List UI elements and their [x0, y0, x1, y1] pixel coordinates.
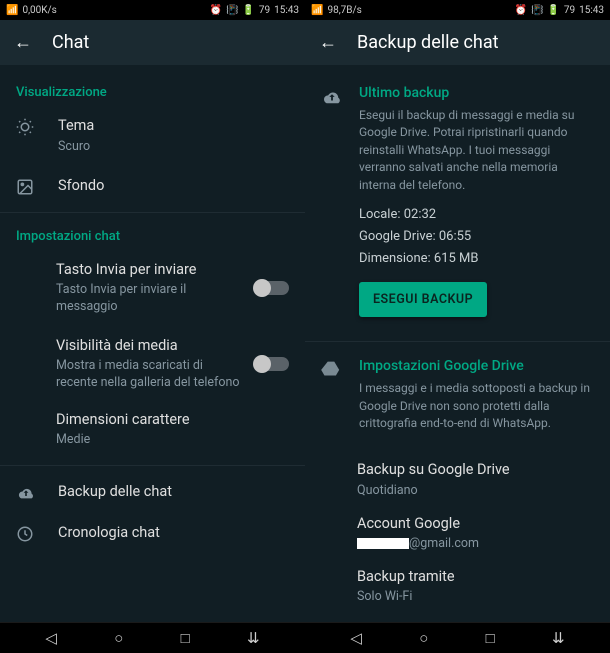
backup-chat-label: Backup delle chat	[58, 482, 289, 502]
nav-home-icon[interactable]: ○	[407, 623, 440, 653]
section-chat-settings: Impostazioni chat	[0, 219, 305, 250]
page-title: Chat	[52, 32, 89, 53]
last-backup-title: Ultimo backup	[359, 85, 594, 101]
font-size-item[interactable]: Dimensioni carattere Medie	[0, 402, 305, 459]
battery-pct: 79	[564, 5, 575, 16]
nav-drawer-icon[interactable]: ⇊	[540, 623, 577, 653]
network-speed: 0,00K/s	[22, 5, 56, 16]
backup-frequency-item[interactable]: Backup su Google Drive Quotidiano	[305, 452, 610, 505]
wallpaper-icon	[16, 178, 38, 196]
history-icon	[16, 525, 38, 543]
enter-send-sub: Tasto Invia per inviare il messaggio	[56, 282, 243, 316]
battery-icon: 🔋	[242, 5, 254, 16]
gdrive-settings-block: Impostazioni Google Drive I messaggi e i…	[305, 348, 610, 452]
back-button[interactable]: ←	[14, 32, 32, 53]
font-size-value: Medie	[56, 432, 289, 449]
enter-send-label: Tasto Invia per inviare	[56, 260, 243, 280]
gdrive-icon	[321, 360, 343, 378]
android-navbar: ◁ ○ □ ⇊ ◁ ○ □ ⇊	[0, 622, 610, 653]
media-visibility-toggle[interactable]	[255, 357, 289, 371]
battery-pct: 79	[259, 5, 270, 16]
backup-frequency-label: Backup su Google Drive	[357, 460, 594, 480]
alarm-icon: ⏰	[209, 5, 221, 16]
nav-back-icon[interactable]: ◁	[338, 623, 374, 653]
backup-local: Locale: 02:32	[359, 204, 594, 226]
theme-icon	[16, 118, 38, 136]
network-speed: 98,7B/s	[327, 5, 361, 16]
divider	[0, 465, 305, 466]
cloud-upload-icon	[16, 484, 38, 500]
statusbar-right: 📶 98,7B/s ⏰ 📳 🔋 79 15:43	[305, 0, 610, 20]
backup-via-item[interactable]: Backup tramite Solo Wi-Fi	[305, 559, 610, 612]
appbar-left: ← Chat	[0, 20, 305, 65]
nav-drawer-icon[interactable]: ⇊	[235, 623, 272, 653]
divider	[305, 341, 610, 342]
font-size-label: Dimensioni carattere	[56, 410, 289, 430]
backup-chat-item[interactable]: Backup delle chat	[0, 472, 305, 512]
enter-send-toggle[interactable]	[255, 281, 289, 295]
last-backup-desc: Esegui il backup di messaggi e media su …	[359, 107, 594, 194]
backup-size: Dimensione: 615 MB	[359, 248, 594, 270]
appbar-right: ← Backup delle chat	[305, 20, 610, 65]
clock: 15:43	[579, 5, 604, 16]
theme-label: Tema	[58, 116, 289, 136]
nav-home-icon[interactable]: ○	[102, 623, 135, 653]
gdrive-settings-desc: I messaggi e i media sottoposti a backup…	[359, 380, 594, 432]
vibrate-icon: 📳	[226, 5, 238, 16]
media-visibility-sub: Mostra i media scaricati di recente nell…	[56, 358, 243, 392]
redacted-email	[357, 538, 409, 549]
theme-value: Scuro	[58, 138, 289, 156]
page-title: Backup delle chat	[357, 32, 499, 53]
chat-history-item[interactable]: Cronologia chat	[0, 513, 305, 553]
screen-chat-settings: 📶 0,00K/s ⏰ 📳 🔋 79 15:43 ← Chat Visualiz…	[0, 0, 305, 622]
google-account-label: Account Google	[357, 514, 594, 534]
google-account-item[interactable]: Account Google @gmail.com	[305, 506, 610, 559]
battery-icon: 🔋	[547, 5, 559, 16]
media-visibility-item[interactable]: Visibilità dei media Mostra i media scar…	[0, 326, 305, 402]
nav-recents-icon[interactable]: □	[474, 623, 507, 653]
statusbar-left: 📶 0,00K/s ⏰ 📳 🔋 79 15:43	[0, 0, 305, 20]
wallpaper-label: Sfondo	[58, 176, 289, 196]
chat-history-label: Cronologia chat	[58, 523, 289, 543]
vibrate-icon: 📳	[531, 5, 543, 16]
backup-now-button[interactable]: ESEGUI BACKUP	[359, 282, 487, 317]
theme-item[interactable]: Tema Scuro	[0, 106, 305, 166]
backup-via-value: Solo Wi-Fi	[357, 589, 594, 604]
backup-gdrive: Google Drive: 06:55	[359, 226, 594, 248]
last-backup-block: Ultimo backup Esegui il backup di messag…	[305, 75, 610, 327]
signal-icon: 📶	[6, 5, 18, 16]
google-account-value: @gmail.com	[357, 536, 594, 551]
section-display: Visualizzazione	[0, 75, 305, 106]
nav-back-icon[interactable]: ◁	[33, 623, 69, 653]
nav-recents-icon[interactable]: □	[169, 623, 202, 653]
clock: 15:43	[274, 5, 299, 16]
backup-frequency-value: Quotidiano	[357, 483, 594, 498]
signal-icon: 📶	[311, 5, 323, 16]
media-visibility-label: Visibilità dei media	[56, 336, 243, 356]
cloud-upload-icon	[321, 87, 343, 105]
wallpaper-item[interactable]: Sfondo	[0, 166, 305, 206]
alarm-icon: ⏰	[514, 5, 526, 16]
gdrive-settings-title: Impostazioni Google Drive	[359, 358, 594, 374]
backup-via-label: Backup tramite	[357, 567, 594, 587]
divider	[0, 212, 305, 213]
screen-backup: 📶 98,7B/s ⏰ 📳 🔋 79 15:43 ← Backup delle …	[305, 0, 610, 622]
enter-send-item[interactable]: Tasto Invia per inviare Tasto Invia per …	[0, 250, 305, 326]
back-button[interactable]: ←	[319, 32, 337, 53]
